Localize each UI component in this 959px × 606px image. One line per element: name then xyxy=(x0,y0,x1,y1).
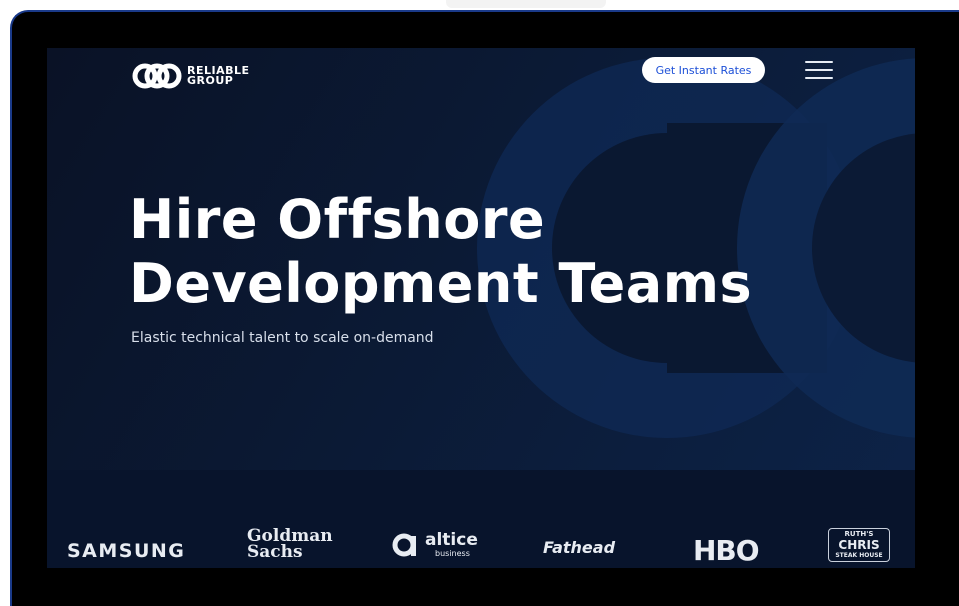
chris-line: CHRIS xyxy=(838,538,880,552)
logo-line-2: GROUP xyxy=(187,74,234,87)
hbo-logo: HBO xyxy=(693,534,760,567)
hero-headline: Hire Offshore Development Teams xyxy=(129,188,752,316)
sachs-line: Sachs xyxy=(247,542,303,562)
browser-tab-hint xyxy=(446,0,606,8)
logo-mark-icon xyxy=(132,63,182,89)
reliable-group-logo[interactable]: RELIABLE GROUP xyxy=(131,63,250,89)
get-instant-rates-button[interactable]: Get Instant Rates xyxy=(642,57,765,83)
fathead-logo: Fathead xyxy=(543,538,616,557)
altice-business-logo: altice business xyxy=(391,530,478,560)
website-viewport: RELIABLE GROUP Get Instant Rates Hire Of… xyxy=(47,48,915,568)
hero-subheadline: Elastic technical talent to scale on-dem… xyxy=(131,330,434,346)
altice-name: altice xyxy=(425,530,478,550)
menu-bar-middle xyxy=(805,69,833,71)
client-logos-strip: SAMSUNG Goldman Sachs altice business Fa… xyxy=(47,470,915,568)
hamburger-icon[interactable] xyxy=(805,60,833,80)
goldman-sachs-logo: Goldman Sachs xyxy=(247,528,333,562)
altice-sub: business xyxy=(435,549,470,558)
ruths-chris-logo: RUTH'S CHRIS STEAK HOUSE xyxy=(828,528,890,562)
menu-bar-bottom xyxy=(805,77,833,79)
altice-mark-icon xyxy=(392,533,416,557)
samsung-logo: SAMSUNG xyxy=(67,540,186,562)
logo-wordmark: RELIABLE GROUP xyxy=(187,65,250,87)
menu-bar-top xyxy=(805,61,833,63)
hero-headline-line-2: Development Teams xyxy=(129,252,753,315)
steak-house-line: STEAK HOUSE xyxy=(835,552,883,559)
hero-headline-line-1: Hire Offshore xyxy=(129,188,546,251)
